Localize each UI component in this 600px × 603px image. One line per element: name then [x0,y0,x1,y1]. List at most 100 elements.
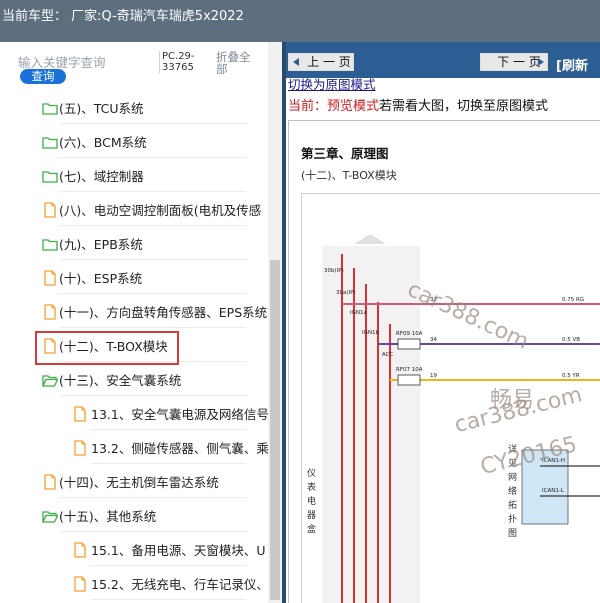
prev-page-label: 上 一 页 [307,55,351,69]
network-label-char: 扑 [508,513,517,525]
pager-bar: 上 一 页 下 一 页 [刷新 [286,42,600,78]
wire-number: 32 [430,297,437,303]
tree-item[interactable]: (十一)、方向盘转角传感器、EPS系统 [0,294,268,328]
tree-item-label: 15.2、无线充电、行车记录仪、 [91,577,268,592]
chapter-title: 第三章、原理图 [301,146,389,161]
tree-item-label: (十一)、方向盘转角传感器、EPS系统 [59,305,268,320]
tree-item[interactable]: (五)、TCU系统 [0,90,268,124]
folder-open-icon [41,508,59,523]
wiring-diagram: 30b(IP) 30a(IP) IGN1a IGN1b ACC RF09 10A… [301,193,600,603]
search-bar: 查询 PC.29-33765 折叠全部 [0,42,282,88]
tree-item-label: 15.1、备用电源、天窗模块、U [91,543,266,558]
tree-item[interactable]: 15.1、备用电源、天窗模块、U [0,532,268,566]
pin-label: IGN1a [350,310,367,316]
section-title: (十二)、T-BOX模块 [301,169,397,182]
tree-item[interactable]: (十三)、安全气囊系统 [0,362,268,396]
tree-item-label: (七)、域控制器 [59,169,144,184]
search-button[interactable]: 查询 [20,69,66,84]
fuse-box-label: 仪 表 电 器 盒 [307,468,319,535]
tree-item[interactable]: (八)、电动空调控制面板(电机及传感 [0,192,268,226]
collapse-all-button[interactable]: 折叠全部 [216,51,260,75]
current-model-label: 当前车型： 厂家:Q-奇瑞汽车瑞虎5x2022 [2,9,244,24]
preview-mode-label: 当前：预览模式 [288,99,380,114]
tree-item-label: (十)、ESP系统 [59,271,143,286]
prev-page-button[interactable]: 上 一 页 [288,53,354,71]
document-icon [42,202,58,218]
fuse-box-outline [322,246,420,603]
fuse-icon [397,338,421,350]
network-label-char: 拓 [508,499,517,511]
document-viewer: 上 一 页 下 一 页 [刷新 切换为原图模式 当前：预览模式若需看大图，切换至… [286,42,600,603]
tree-item[interactable]: 13.2、侧碰传感器、侧气囊、乘 [0,430,268,464]
network-label-char: 详 [508,443,517,455]
fuse-label: RF07 10A [396,367,423,373]
pin-label: 30b(IP) [324,268,344,274]
pc-number: PC.29-33765 [159,51,207,73]
network-label-char: 图 [508,528,517,539]
tree-item[interactable]: 13.1、安全气囊电源及网络信号 [0,396,268,430]
tree-item-label: (十五)、其他系统 [59,509,157,524]
tree-item[interactable]: (六)、BCM系统 [0,124,268,158]
folder-icon [42,236,58,251]
tree-item[interactable]: (七)、域控制器 [0,158,268,192]
enlarge-hint: 若需看大图，切换至原图模式 [379,99,549,114]
up-arrow-icon [354,234,386,244]
tree-item[interactable]: (十)、ESP系统 [0,260,268,294]
refresh-link[interactable]: [刷新 [556,55,588,74]
next-page-button[interactable]: 下 一 页 [480,53,548,71]
mode-status: 当前：预览模式若需看大图，切换至原图模式 [288,95,548,114]
folder-icon [42,168,58,183]
fuse-box-label-char: 器 [307,510,316,521]
tree-item[interactable]: (十四)、无主机倒车雷达系统 [0,464,268,498]
tree-item-label: (九)、EPB系统 [59,237,143,252]
title-bar: 当前车型： 厂家:Q-奇瑞汽车瑞虎5x2022 [0,0,600,42]
document-icon [72,406,88,422]
wire-spec: 0.75 RG [562,297,584,303]
network-label-char: 络 [508,485,517,497]
wire-number: 19 [430,373,437,379]
tree-item-label: (八)、电动空调控制面板(电机及传感 [59,203,262,218]
can-high-label: ICAN1-H [542,458,565,464]
network-topology-label: 详 见 网 络 拓 扑 图 [508,443,520,539]
tree-item-label: 13.1、安全气囊电源及网络信号 [91,407,268,422]
tree-item[interactable]: 15.2、无线充电、行车记录仪、 [0,566,268,600]
fuse-box-label-char: 盒 [307,523,316,535]
wire-spec: 0.5 YR [562,373,580,379]
pin-label: IGN1b [362,330,379,336]
tree-item[interactable]: (九)、EPB系统 [0,226,268,260]
tree-item-label: (五)、TCU系统 [59,101,144,116]
sidebar-scrollbar[interactable] [268,42,282,603]
tree-item-label: (六)、BCM系统 [59,135,147,150]
document-icon [42,474,58,490]
document-icon [72,440,88,456]
fuse-box-label-char: 仪 [307,468,316,479]
document-icon [42,304,58,320]
tree-item-label: (十四)、无主机倒车雷达系统 [59,475,219,490]
document-icon [72,576,88,592]
fuse-label: RF09 10A [396,331,423,337]
tree-item-label: 13.2、侧碰传感器、侧气囊、乘 [91,441,268,456]
arrow-right-icon [538,58,544,66]
search-input[interactable] [18,54,152,70]
fuse-icon [397,374,421,386]
folder-open-icon [41,372,59,387]
pin-label: 30a(IP) [336,290,356,296]
folder-icon [42,134,58,149]
can-low-label: ICAN1-L [542,488,565,494]
wire-number: 34 [430,337,437,343]
arrow-left-icon [293,58,299,66]
network-label-char: 见 [508,458,517,469]
document-page: 第三章、原理图 (十二)、T-BOX模块 30b(IP) 30a(IP) IGN… [288,120,600,603]
next-page-label: 下 一 页 [497,55,541,69]
document-icon [72,542,88,558]
schematic-drawing: 30b(IP) 30a(IP) IGN1a IGN1b ACC RF09 10A… [307,234,600,603]
fuse-box-label-char: 电 [307,495,316,507]
scrollbar-thumb[interactable] [270,260,280,600]
row-divider [91,599,246,600]
switch-original-mode-link[interactable]: 切换为原图模式 [288,78,376,92]
pin-label: ACC [382,352,394,358]
folder-icon [42,100,58,115]
document-icon [42,270,58,286]
selected-item-highlight [35,331,179,365]
tree-item[interactable]: (十五)、其他系统 [0,498,268,532]
